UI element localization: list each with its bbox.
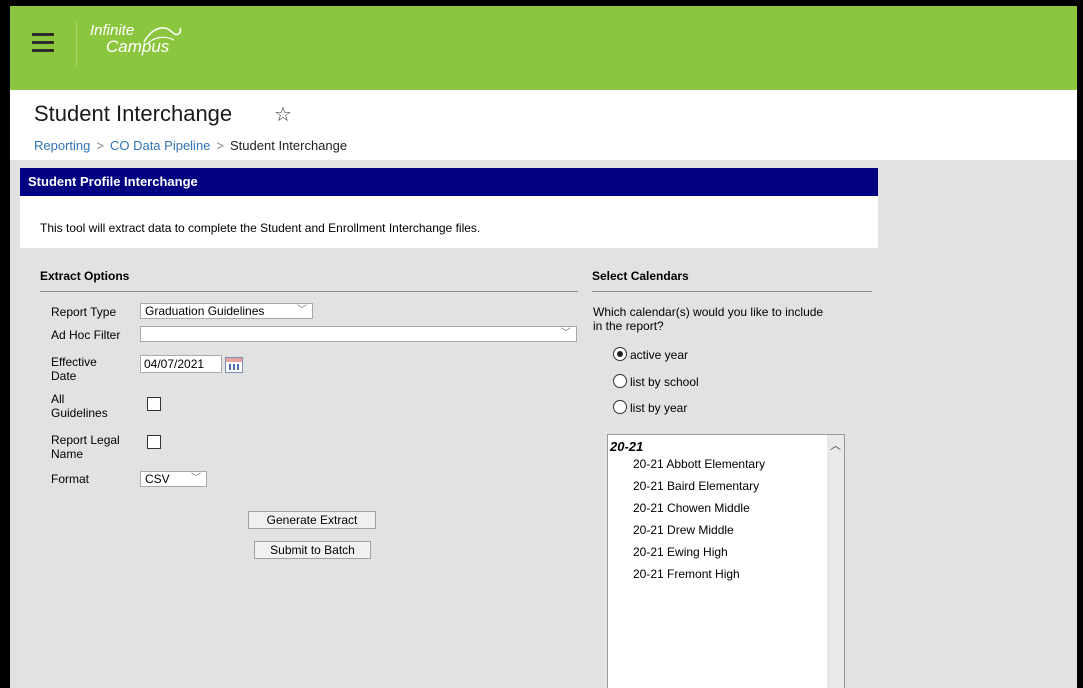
extract-options-title: Extract Options	[40, 269, 130, 283]
breadcrumb-reporting[interactable]: Reporting	[34, 138, 90, 153]
breadcrumb-separator-icon: >	[96, 138, 104, 153]
list-item[interactable]: 20-21 Fremont High	[633, 567, 740, 581]
report-legal-name-checkbox[interactable]	[147, 435, 161, 449]
generate-extract-button[interactable]: Generate Extract	[248, 511, 376, 529]
chevron-down-icon: ﹀	[191, 473, 201, 484]
calendar-picker-icon[interactable]	[225, 357, 243, 373]
all-guidelines-label-line1: All	[51, 392, 65, 406]
app-window: Infinite Campus Student Interchange ☆ Re…	[10, 6, 1077, 688]
infinite-campus-logo: Infinite Campus	[90, 22, 182, 57]
description-text: This tool will extract data to complete …	[40, 221, 481, 235]
radio-active-year[interactable]	[613, 347, 627, 361]
listbox-scrollbar[interactable]: ︿	[827, 435, 844, 688]
chevron-down-icon: ﹀	[297, 305, 307, 316]
select-calendars-divider	[592, 291, 872, 292]
calendar-question-line1: Which calendar(s) would you like to incl…	[593, 305, 824, 319]
menu-icon[interactable]	[32, 33, 54, 55]
panel-description: This tool will extract data to complete …	[20, 196, 878, 248]
list-item[interactable]: 20-21 Drew Middle	[633, 523, 734, 537]
radio-list-by-school-label[interactable]: list by school	[630, 375, 699, 389]
list-item[interactable]: 20-21 Baird Elementary	[633, 479, 759, 493]
report-legal-name-label: Report Legal Name	[51, 433, 120, 461]
window-frame-left	[0, 0, 10, 688]
breadcrumb-current: Student Interchange	[230, 138, 348, 153]
window-frame-right	[1077, 0, 1083, 688]
list-item[interactable]: 20-21 Abbott Elementary	[633, 457, 765, 471]
calendar-group-label: 20-21	[610, 439, 644, 454]
logo-swoosh-icon	[143, 27, 182, 44]
all-guidelines-label: All Guidelines	[51, 392, 108, 420]
favorite-star-icon[interactable]: ☆	[274, 102, 292, 127]
report-type-select[interactable]: Graduation Guidelines ﹀	[140, 303, 313, 319]
calendar-question-line2: in the report?	[593, 319, 664, 333]
ad-hoc-filter-select[interactable]: ﹀	[140, 326, 577, 342]
radio-active-year-label[interactable]: active year	[630, 348, 688, 362]
report-type-value: Graduation Guidelines	[145, 304, 265, 318]
radio-list-by-year-label[interactable]: list by year	[630, 401, 687, 415]
breadcrumb-co-data-pipeline[interactable]: CO Data Pipeline	[110, 138, 210, 153]
chevron-down-icon: ﹀	[561, 328, 571, 339]
format-value: CSV	[145, 472, 170, 486]
calendar-question: Which calendar(s) would you like to incl…	[593, 305, 823, 333]
format-label: Format	[51, 472, 90, 486]
radio-list-by-school[interactable]	[613, 374, 627, 388]
scroll-up-icon[interactable]: ︿	[827, 437, 844, 453]
list-item[interactable]: 20-21 Ewing High	[633, 545, 728, 559]
all-guidelines-label-line2: Guidelines	[51, 406, 108, 420]
radio-list-by-year[interactable]	[613, 400, 627, 414]
panel-title: Student Profile Interchange	[20, 168, 878, 196]
ad-hoc-filter-label: Ad Hoc Filter	[51, 328, 121, 342]
effective-date-label-line1: Effective	[51, 355, 97, 369]
report-type-label: Report Type	[51, 305, 117, 319]
logo-divider	[76, 20, 77, 68]
breadcrumb: Reporting > CO Data Pipeline > Student Inter…	[34, 138, 347, 153]
list-item[interactable]: 20-21 Chowen Middle	[633, 501, 750, 515]
effective-date-input[interactable]: 04/07/2021	[140, 355, 222, 373]
format-select[interactable]: CSV ﹀	[140, 471, 207, 487]
top-navigation-bar: Infinite Campus	[10, 6, 1077, 90]
select-calendars-title: Select Calendars	[592, 269, 689, 283]
calendar-listbox[interactable]: 20-21 20-21 Abbott Elementary 20-21 Bair…	[607, 434, 845, 688]
report-legal-name-label-line2: Name	[51, 447, 84, 461]
breadcrumb-separator-icon: >	[216, 138, 225, 153]
effective-date-label: Effective Date	[51, 355, 97, 383]
all-guidelines-checkbox[interactable]	[147, 397, 161, 411]
extract-options-divider	[40, 291, 578, 292]
submit-to-batch-button[interactable]: Submit to Batch	[254, 541, 371, 559]
effective-date-label-line2: Date	[51, 369, 77, 383]
page-title: Student Interchange	[34, 101, 233, 126]
report-legal-name-label-line1: Report Legal	[51, 433, 120, 447]
page-header: Student Interchange ☆ Reporting > CO Data …	[10, 90, 1077, 160]
